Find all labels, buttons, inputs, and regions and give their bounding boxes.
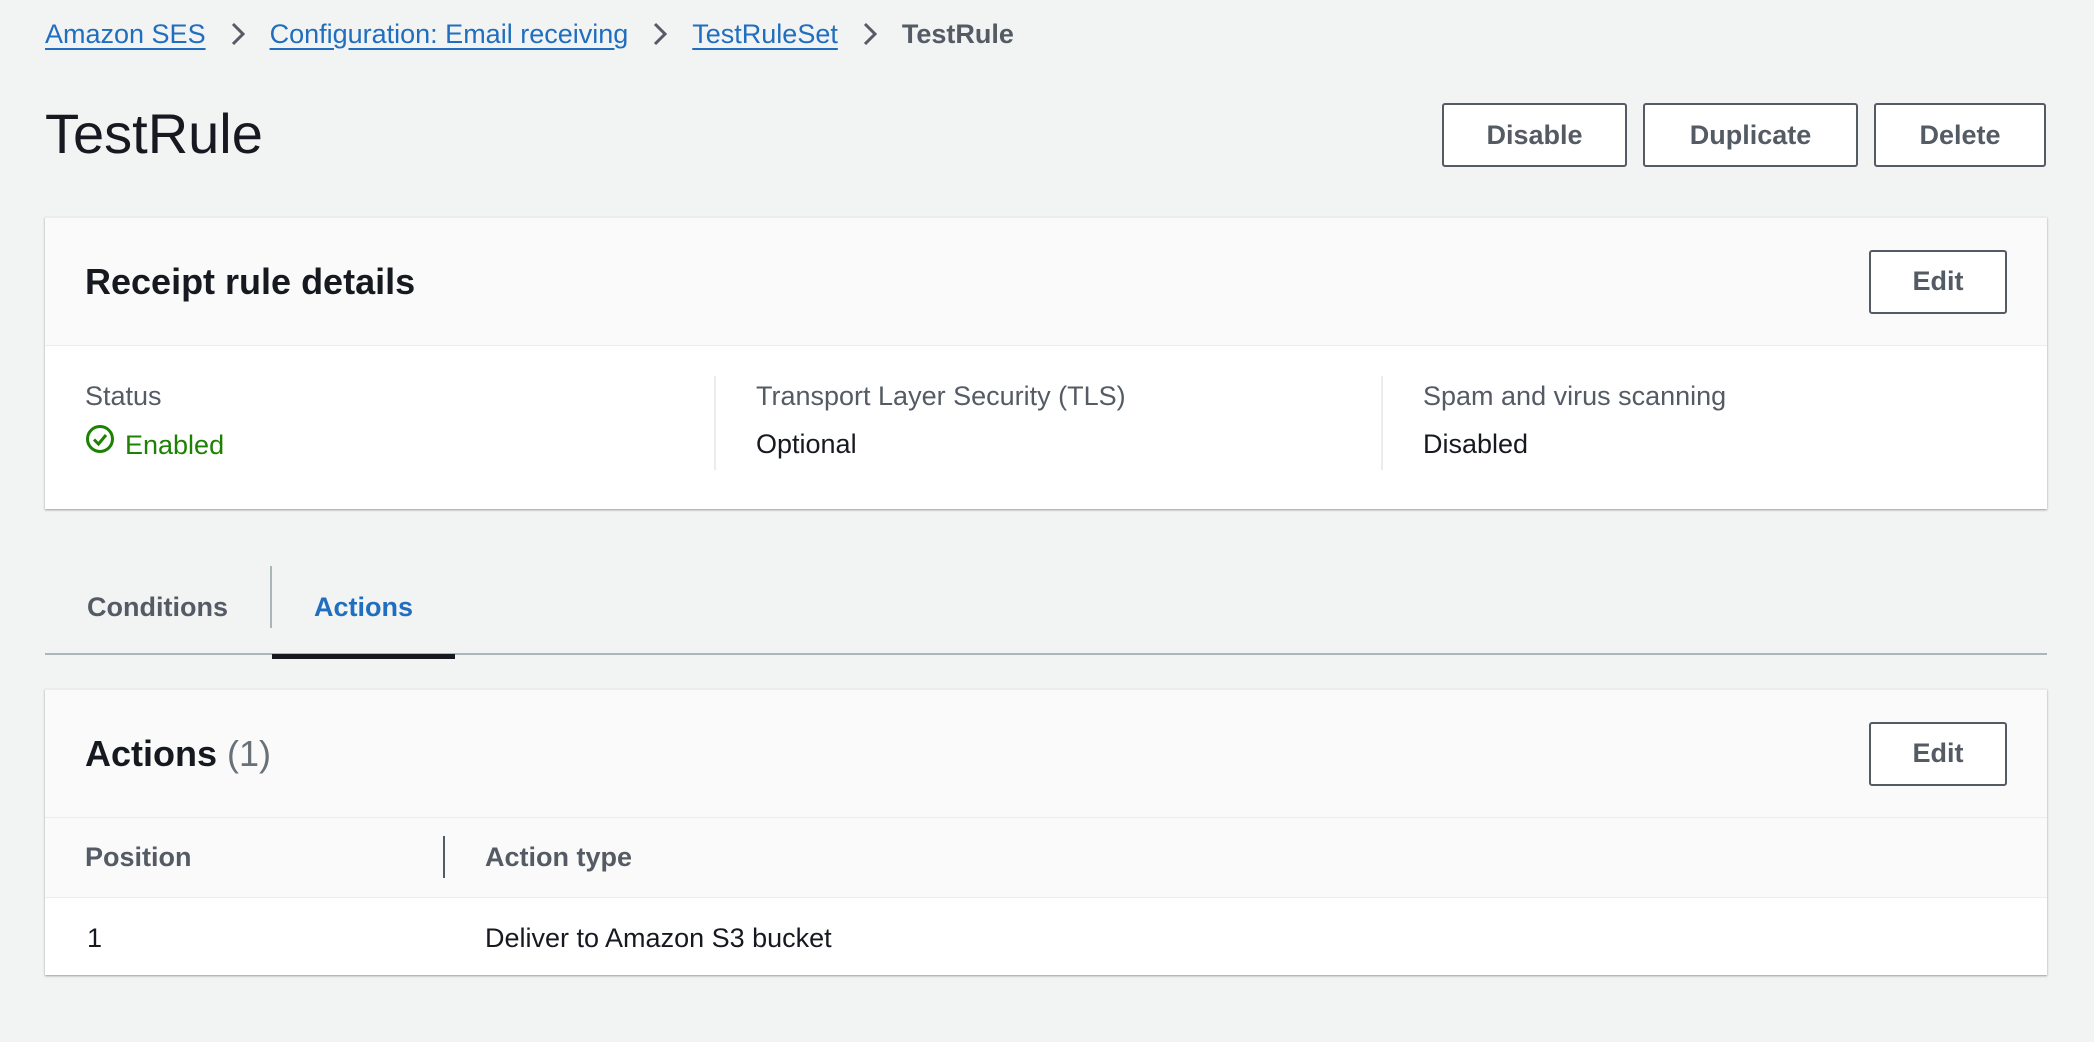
chevron-right-icon: [206, 14, 270, 54]
tab-actions[interactable]: Actions: [271, 560, 456, 659]
table-row: 1 Deliver to Amazon S3 bucket: [45, 898, 2047, 978]
breadcrumb-current: TestRule: [901, 18, 1014, 49]
table-header-row: Position Action type: [45, 818, 2047, 898]
duplicate-button[interactable]: Duplicate: [1643, 103, 1858, 167]
tls-label: Transport Layer Security (TLS): [756, 381, 1126, 411]
breadcrumb-link-amazon-ses[interactable]: Amazon SES: [45, 19, 206, 50]
cell-position: 1: [87, 922, 103, 953]
actions-title: Actions (1): [85, 733, 271, 775]
tls-value: Optional: [756, 429, 857, 459]
cell-action-type: Deliver to Amazon S3 bucket: [485, 922, 832, 953]
breadcrumb: Amazon SES Configuration: Email receivin…: [45, 14, 1014, 54]
column-header-action-type[interactable]: Action type: [445, 818, 632, 898]
status-column: Status Enabled: [45, 376, 714, 470]
status-success-icon: [85, 424, 115, 465]
tab-conditions[interactable]: Conditions: [45, 560, 270, 655]
spam-label: Spam and virus scanning: [1423, 381, 1727, 411]
actions-count: (1): [227, 732, 272, 774]
breadcrumb-link-email-receiving[interactable]: Configuration: Email receiving: [270, 19, 629, 50]
status-value: Enabled: [85, 424, 674, 465]
page: Amazon SES Configuration: Email receivin…: [0, 0, 2094, 1042]
delete-button[interactable]: Delete: [1874, 103, 2046, 167]
column-header-position[interactable]: Position: [45, 818, 445, 898]
status-label: Status: [85, 381, 162, 411]
spam-value: Disabled: [1423, 429, 1529, 459]
header-actions: Disable Duplicate Delete: [1442, 103, 2046, 167]
receipt-rule-details-panel: Receipt rule details Edit Status Enabled…: [45, 217, 2047, 509]
tls-column: Transport Layer Security (TLS) Optional: [714, 376, 1381, 470]
details-body: Status Enabled Transport Layer Security …: [45, 346, 2047, 470]
details-title: Receipt rule details: [85, 260, 416, 302]
actions-header: Actions (1) Edit: [45, 690, 2047, 818]
actions-title-text: Actions: [85, 732, 218, 774]
page-title: TestRule: [45, 102, 263, 165]
spam-column: Spam and virus scanning Disabled: [1381, 376, 2047, 470]
disable-button[interactable]: Disable: [1442, 103, 1627, 167]
actions-edit-button[interactable]: Edit: [1869, 721, 2007, 786]
status-text: Enabled: [125, 429, 225, 460]
actions-panel: Actions (1) Edit Position Action type 1 …: [45, 689, 2047, 975]
tab-list: Conditions Actions: [45, 560, 2047, 659]
details-header: Receipt rule details Edit: [45, 218, 2047, 346]
chevron-right-icon: [838, 14, 902, 54]
details-edit-button[interactable]: Edit: [1869, 249, 2007, 314]
breadcrumb-link-rule-set[interactable]: TestRuleSet: [692, 19, 838, 50]
chevron-right-icon: [628, 14, 692, 54]
